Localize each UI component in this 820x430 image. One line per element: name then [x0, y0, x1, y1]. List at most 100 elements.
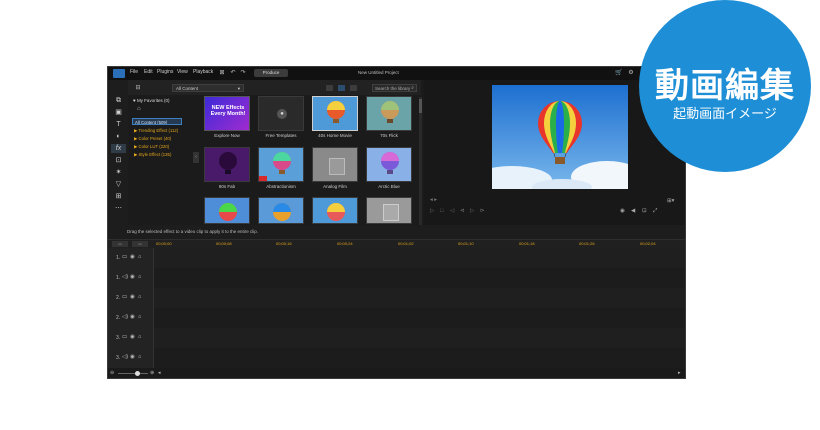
effect-thumb[interactable] [366, 197, 412, 224]
audio-mixing-icon[interactable]: ▽ [114, 180, 123, 189]
timeline-track[interactable]: 1. ◁) ◉ ⌂ [108, 268, 685, 288]
media-room-icon[interactable]: ⧉ [114, 96, 123, 105]
effect-thumb-arctic-blue[interactable] [366, 147, 412, 182]
library-toolbar: ⊟ All Content ▾ Search the library ⌕ [128, 80, 421, 95]
search-icon[interactable]: ⌕ [411, 85, 414, 92]
effect-thumb-analog-film[interactable] [312, 147, 358, 182]
timeline-track[interactable]: 2. ◁) ◉ ⌂ [108, 308, 685, 328]
zoom-slider-thumb[interactable] [135, 371, 140, 376]
redo-icon[interactable]: ↷ [239, 69, 247, 77]
track-lane[interactable] [154, 348, 685, 368]
previous-frame-icon[interactable]: ◁ [450, 208, 454, 214]
import-media-icon[interactable]: ⊟ [134, 84, 142, 92]
undo-icon[interactable]: ↶ [229, 69, 237, 77]
video-track-icon: ▭ [122, 294, 128, 300]
particle-room-icon[interactable]: ✶ [114, 168, 123, 177]
timeline-track[interactable]: 3. ◁) ◉ ⌂ [108, 348, 685, 368]
settings-icon[interactable]: ⚙ [627, 69, 635, 77]
effect-thumb[interactable] [258, 197, 304, 224]
lock-icon[interactable]: ⌂ [138, 294, 141, 300]
effect-thumb-explore[interactable]: NEW Effects Every Month! [204, 96, 250, 131]
lock-icon[interactable]: ⌂ [138, 314, 141, 320]
produce-button[interactable]: Produce [254, 69, 288, 77]
effect-thumb[interactable] [204, 197, 250, 224]
effect-thumb-40s-home-movie[interactable] [312, 96, 358, 131]
favorites-item[interactable]: ♥ My Favorites (0) [133, 98, 169, 103]
title-room-icon[interactable]: T [114, 120, 123, 129]
transition-room-icon[interactable]: ◐ [114, 132, 123, 141]
voiceover-icon[interactable]: ⊞ [114, 192, 123, 201]
visibility-icon[interactable]: ◉ [130, 294, 135, 300]
menu-view[interactable]: View [177, 69, 188, 75]
library-scrollbar[interactable] [419, 97, 422, 225]
visibility-icon[interactable]: ◉ [130, 334, 135, 340]
storyboard-view-button[interactable]: ▭ [132, 241, 148, 247]
library-scrollbar-thumb[interactable] [419, 99, 422, 113]
track-lane[interactable] [154, 328, 685, 348]
category-color-lut[interactable]: ▶ Color LUT (220) [132, 143, 182, 150]
zoom-out-icon[interactable]: ⊖ [110, 370, 114, 376]
effect-thumb-abstractionism[interactable] [258, 147, 304, 182]
track-lane[interactable] [154, 268, 685, 288]
menu-file[interactable]: File [130, 69, 138, 75]
volume-icon[interactable]: ◀ [631, 208, 635, 214]
fit-screen-icon[interactable]: ⊡ [642, 208, 647, 214]
scroll-left-icon[interactable]: ◂ [158, 370, 161, 376]
lock-icon[interactable]: ⌂ [138, 254, 141, 260]
track-lane[interactable] [154, 248, 685, 268]
lock-icon[interactable]: ⌂ [138, 274, 141, 280]
menu-playback[interactable]: Playback [193, 69, 213, 75]
cart-icon[interactable]: 🛒 [615, 69, 623, 77]
fullscreen-icon[interactable]: ⤢ [653, 208, 657, 215]
menu-plugins[interactable]: Plugins [157, 69, 173, 75]
large-grid-view-icon[interactable] [350, 85, 357, 91]
visibility-icon[interactable]: ◉ [130, 274, 135, 280]
category-all[interactable]: All Content (509) [132, 118, 182, 125]
pip-room-icon[interactable]: ⊡ [114, 156, 123, 165]
timecode-7: 00;01;26 [579, 241, 595, 246]
add-favorite-icon[interactable]: ⌂ [137, 106, 141, 112]
menu-edit[interactable]: Edit [144, 69, 153, 75]
stop-icon[interactable]: ▷ [430, 208, 434, 214]
template-room-icon[interactable]: ▣ [114, 108, 123, 117]
more-icon[interactable]: ⋯ [114, 204, 123, 213]
visibility-icon[interactable]: ◉ [130, 314, 135, 320]
effect-thumb-70s-flick[interactable] [366, 96, 412, 131]
lock-icon[interactable]: ⌂ [138, 354, 141, 360]
effect-room-icon[interactable]: fx [111, 144, 126, 153]
grid-view-icon[interactable] [338, 85, 345, 91]
scroll-right-icon[interactable]: ▸ [678, 370, 681, 376]
import-icon[interactable]: ⊠ [218, 69, 226, 77]
visibility-icon[interactable]: ◉ [130, 354, 135, 360]
category-trending[interactable]: ▶ Trending Effect (112) [132, 127, 182, 134]
timeline-track[interactable]: 2. ▭ ◉ ⌂ [108, 288, 685, 308]
effect-thumb-free-templates[interactable]: ● [258, 96, 304, 131]
badge-subtitle: 起動画面イメージ [673, 107, 777, 122]
display-quality-icon[interactable]: ⊞▾ [667, 198, 674, 204]
list-view-icon[interactable] [326, 85, 333, 91]
next-frame-icon[interactable]: ▷ [470, 208, 474, 214]
timeline-track[interactable]: 1. ▭ ◉ ⌂ [108, 248, 685, 268]
collapse-sidebar-button[interactable]: ‹ [193, 152, 199, 163]
track-lane[interactable] [154, 288, 685, 308]
timecode-display: ◂ ▸ [430, 197, 438, 203]
track-lane[interactable] [154, 308, 685, 328]
stop-button-icon[interactable]: □ [440, 208, 443, 214]
snapshot-icon[interactable]: ◉ [620, 208, 625, 214]
effect-thumb[interactable] [312, 197, 358, 224]
visibility-icon[interactable]: ◉ [130, 254, 135, 260]
rewind-icon[interactable]: ⊲ [460, 208, 465, 214]
zoom-in-icon[interactable]: ⊕ [150, 370, 154, 376]
effect-thumb-80s-fab[interactable] [204, 147, 250, 182]
content-filter-dropdown[interactable]: All Content ▾ [172, 84, 244, 92]
audio-track-icon: ◁) [122, 314, 129, 320]
lock-icon[interactable]: ⌂ [138, 334, 141, 340]
category-color-preset[interactable]: ▶ Color Preset (40) [132, 135, 182, 142]
timeline-track[interactable]: 3. ▭ ◉ ⌂ [108, 328, 685, 348]
timecode-4: 00;01;02 [398, 241, 414, 246]
category-style-effect[interactable]: ▶ Style Effect (135) [132, 151, 182, 158]
fast-forward-icon[interactable]: ⊳ [480, 208, 485, 214]
library-search-input[interactable]: Search the library ⌕ [372, 84, 417, 92]
timeline-view-button[interactable]: ▭ [112, 241, 128, 247]
zoom-slider[interactable] [118, 373, 148, 374]
